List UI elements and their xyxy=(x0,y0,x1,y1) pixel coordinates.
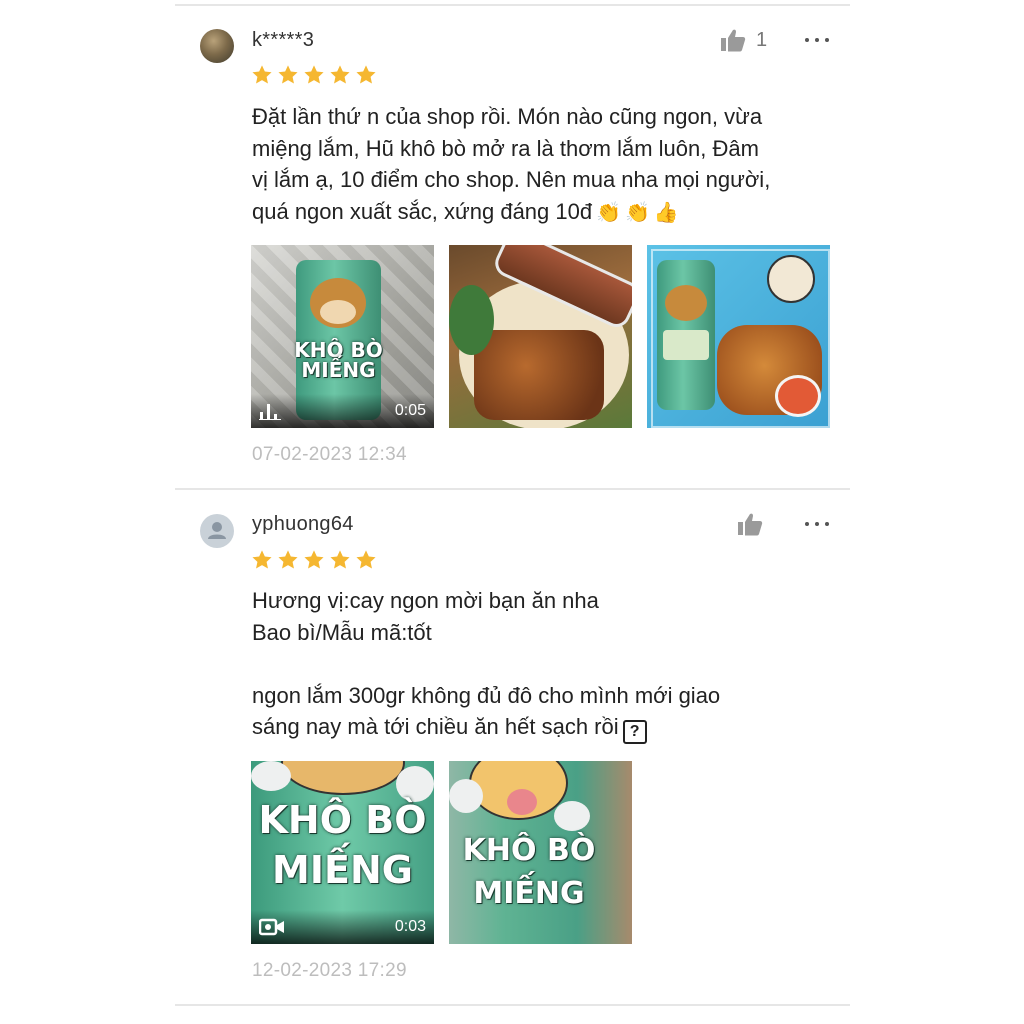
review-image-thumbnail[interactable]: KHÔ BÒ MIẾNG xyxy=(449,761,632,944)
review-media: KHÔ BÒ MIẾNG 0:03 KHÔ BÒ MIẾNG xyxy=(251,761,632,944)
star-icon xyxy=(278,65,298,84)
review-timestamp: 07-02-2023 12:34 xyxy=(252,444,407,465)
audio-bars-icon xyxy=(259,404,281,420)
review-text-line: vị lắm ạ, 10 điểm cho shop. Nên mua nha … xyxy=(252,167,771,192)
cow-mascot xyxy=(665,285,707,321)
review-text: Hương vị:cay ngon mời bạn ăn nha Bao bì/… xyxy=(252,585,842,744)
clapping-hands-icon: 👏 xyxy=(596,201,622,224)
default-user-icon xyxy=(208,522,226,539)
video-camera-icon xyxy=(259,918,284,936)
like-count: 1 xyxy=(756,28,768,51)
rating-stars xyxy=(251,64,377,86)
review-username[interactable]: yphuong64 xyxy=(252,513,354,536)
hand-graphic xyxy=(396,766,434,802)
review-text-line: Bao bì/Mẫu mã:tốt xyxy=(252,619,432,645)
chef-mascot xyxy=(767,255,815,303)
rating-stars xyxy=(251,549,377,571)
more-dot xyxy=(825,38,829,42)
divider xyxy=(175,1004,850,1006)
review-text-line: Hương vị:cay ngon mời bạn ăn nha xyxy=(252,588,599,613)
review-card: yphuong64 Hương vị:cay ngon mời bạn ăn n… xyxy=(175,490,850,1004)
product-jar xyxy=(657,260,715,410)
video-duration: 0:03 xyxy=(394,918,426,935)
review-text-line: Đặt lần thứ n của shop rồi. Món nào cũng… xyxy=(252,104,763,129)
like-button[interactable]: 1 xyxy=(720,28,767,52)
product-label: KHÔ BÒ xyxy=(462,833,596,868)
more-options-button[interactable] xyxy=(805,38,829,42)
star-icon xyxy=(304,550,324,569)
star-icon xyxy=(304,65,324,84)
hand-graphic xyxy=(554,801,590,831)
product-label: KHÔ BÒ xyxy=(258,798,427,842)
star-icon xyxy=(356,550,376,569)
more-dot xyxy=(825,522,829,526)
star-icon xyxy=(252,65,272,84)
cow-snout xyxy=(320,300,356,324)
review-text-line: miệng lắm, Hũ khô bò mở ra là thơm lắm l… xyxy=(252,135,759,161)
more-dot xyxy=(815,522,819,526)
more-options-button[interactable] xyxy=(805,522,829,526)
review-text-line: ngon lắm 300gr không đủ đô cho mình mới … xyxy=(252,682,721,708)
more-dots-icon xyxy=(805,38,809,42)
avatar[interactable] xyxy=(200,514,234,548)
like-button[interactable] xyxy=(737,512,763,536)
star-icon xyxy=(330,65,350,84)
review-video-thumbnail[interactable]: KHÔ BÒ MIẾNG 0:03 xyxy=(251,761,434,944)
star-icon xyxy=(252,550,272,569)
video-duration: 0:05 xyxy=(394,402,426,419)
product-label: KHÔ BÒ MIẾNG xyxy=(294,338,383,382)
more-dots-icon xyxy=(805,522,809,526)
unknown-glyph-icon: ? xyxy=(622,720,647,744)
review-image-thumbnail[interactable] xyxy=(449,245,632,428)
review-card: k*****3 1 Đặt lần thứ n của shop rồi. Mó… xyxy=(175,6,850,488)
review-image-thumbnail[interactable] xyxy=(647,245,830,428)
clapping-hands-icon: 👏 xyxy=(625,201,650,224)
review-text-line: quá ngon xuất sắc, xứng đáng 10đ 👏 👏 👍 xyxy=(252,196,842,228)
star-icon xyxy=(356,65,376,84)
avatar[interactable] xyxy=(200,29,234,63)
review-text-line xyxy=(252,648,842,680)
review-text-line-content: quá ngon xuất sắc, xứng đáng 10đ xyxy=(252,198,593,224)
review-text: Đặt lần thứ n của shop rồi. Món nào cũng… xyxy=(252,101,842,227)
thumbs-up-icon: 👍 xyxy=(653,201,679,224)
star-icon xyxy=(278,550,298,569)
review-username[interactable]: k*****3 xyxy=(252,29,314,52)
review-media: KHÔ BÒ MIẾNG 0:05 xyxy=(251,245,830,428)
review-text-line-content: sáng nay mà tới chiều ăn hết sạch rồi xyxy=(252,714,619,739)
jar-label xyxy=(663,330,709,360)
hand-graphic xyxy=(251,761,291,791)
cow-tongue xyxy=(507,789,537,815)
review-timestamp: 12-02-2023 17:29 xyxy=(252,960,407,981)
cow-mascot xyxy=(281,761,405,795)
hand-graphic xyxy=(449,779,483,813)
chili-sauce xyxy=(775,375,821,417)
star-icon xyxy=(330,550,350,569)
product-label: MIẾNG xyxy=(473,876,585,911)
product-label: MIẾNG xyxy=(272,848,413,892)
more-dot xyxy=(815,38,819,42)
thumbs-up-icon xyxy=(721,29,746,52)
beef-slices xyxy=(474,330,604,420)
review-video-thumbnail[interactable]: KHÔ BÒ MIẾNG 0:05 xyxy=(251,245,434,428)
thumbs-up-icon xyxy=(738,513,763,536)
leaves xyxy=(449,285,494,355)
review-text-line: sáng nay mà tới chiều ăn hết sạch rồi? xyxy=(252,711,842,744)
